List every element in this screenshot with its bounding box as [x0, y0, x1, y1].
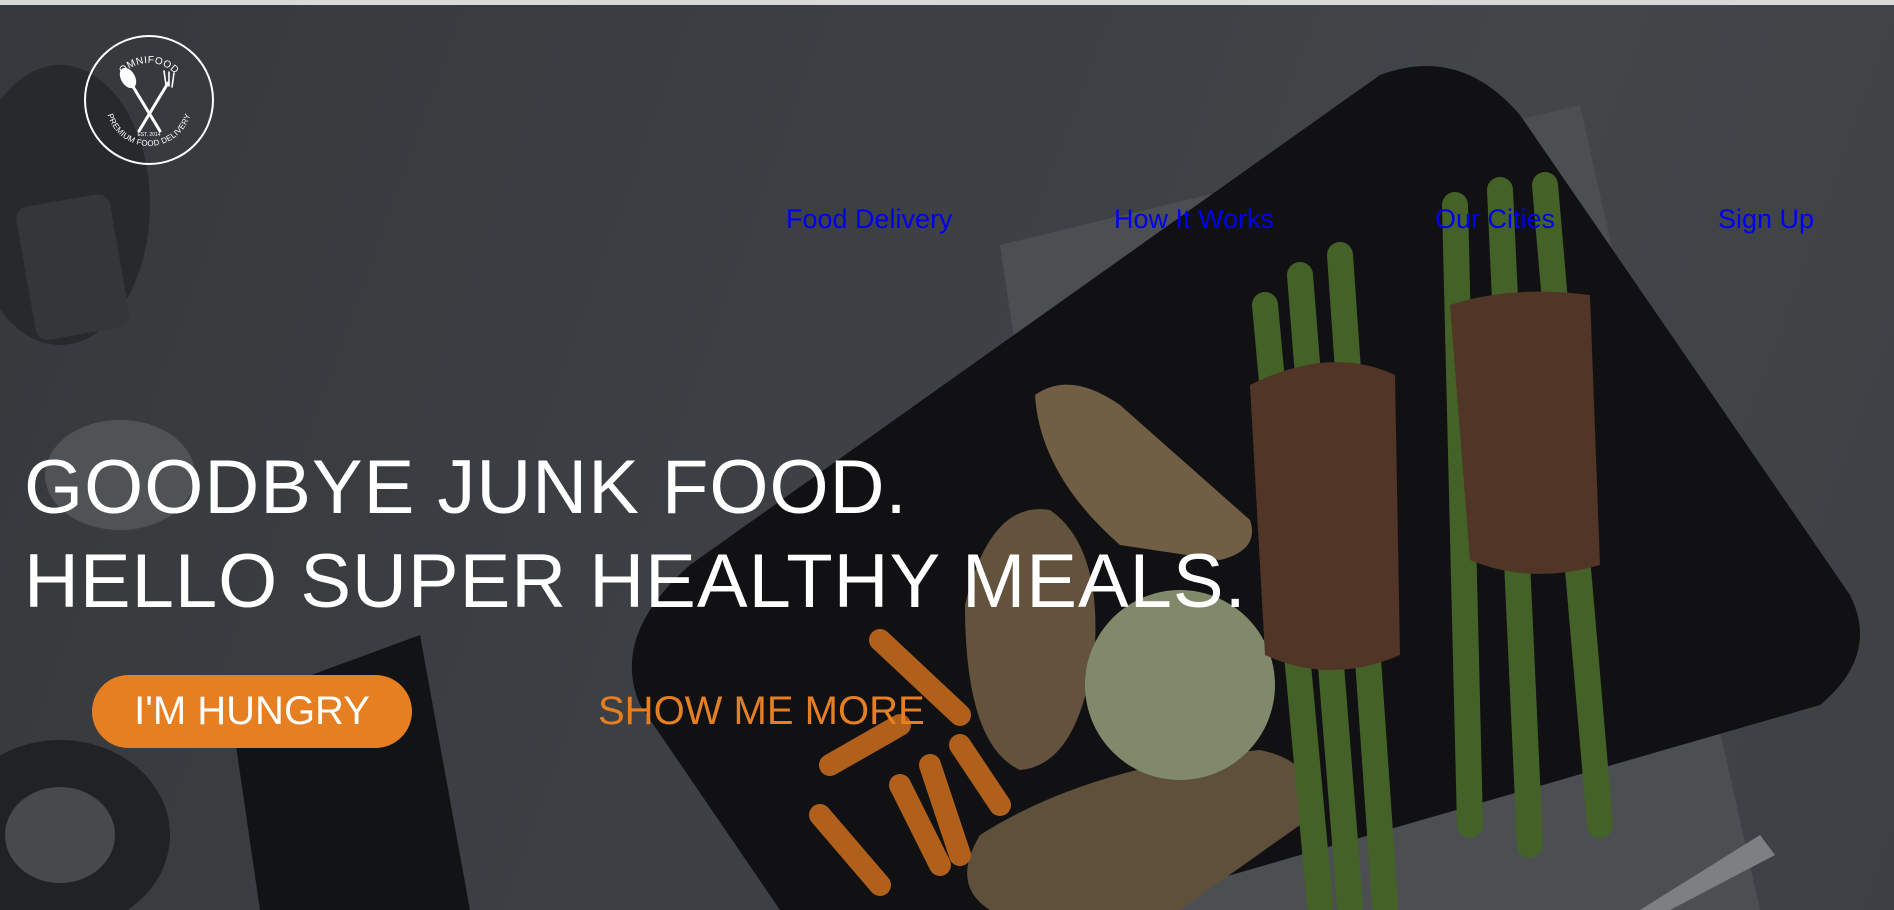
svg-text:PREMIUM FOOD DELIVERY: PREMIUM FOOD DELIVERY — [106, 112, 193, 148]
show-me-more-link[interactable]: SHOW ME MORE — [598, 686, 925, 736]
nav-link-our-cities[interactable]: Our Cities — [1435, 201, 1555, 237]
hero-headline: GOODBYE JUNK FOOD. HELLO SUPER HEALTHY M… — [24, 441, 1247, 629]
hero-section: OMNIFOOD PREMIUM FOOD DELIVERY EST. 2014… — [0, 5, 1894, 910]
headline-line-2: HELLO SUPER HEALTHY MEALS. — [24, 539, 1247, 624]
logo-emblem-icon: OMNIFOOD PREMIUM FOOD DELIVERY EST. 2014 — [84, 35, 214, 165]
nav-link-sign-up[interactable]: Sign Up — [1718, 201, 1814, 237]
im-hungry-button[interactable]: I'M HUNGRY — [92, 675, 412, 748]
nav-link-food-delivery[interactable]: Food Delivery — [786, 201, 953, 237]
omnifood-logo[interactable]: OMNIFOOD PREMIUM FOOD DELIVERY EST. 2014 — [82, 33, 216, 167]
logo-bottom-text: PREMIUM FOOD DELIVERY — [106, 112, 193, 148]
main-navigation: Food Delivery How It Works Our Cities Si… — [0, 201, 1894, 241]
logo-est-text: EST. 2014 — [137, 132, 160, 138]
headline-line-1: GOODBYE JUNK FOOD. — [24, 445, 908, 530]
nav-link-how-it-works[interactable]: How It Works — [1114, 201, 1274, 237]
